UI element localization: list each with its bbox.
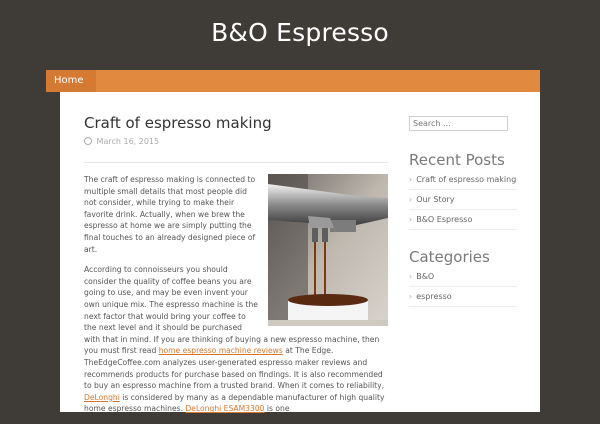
site-title[interactable]: B&O Espresso — [0, 18, 600, 47]
recent-post-item[interactable]: › Our Story — [409, 190, 517, 210]
categories-title: Categories — [409, 248, 490, 266]
chevron-right-icon: › — [409, 292, 413, 301]
main-navigation: Home — [46, 70, 540, 92]
post-date: March 16, 2015 — [84, 137, 159, 146]
category-item[interactable]: › espresso — [409, 287, 517, 307]
chevron-right-icon: › — [409, 175, 413, 184]
link-delonghi[interactable]: DeLonghi — [84, 393, 120, 402]
clock-icon — [84, 137, 92, 145]
chevron-right-icon: › — [409, 195, 413, 204]
category-item[interactable]: › B&O — [409, 267, 517, 287]
link-delonghi-esam3300[interactable]: DeLonghi ESAM3300 — [185, 404, 264, 413]
recent-posts-title: Recent Posts — [409, 151, 505, 169]
category-label: B&O — [416, 272, 435, 281]
chevron-right-icon: › — [409, 272, 413, 281]
espresso-machine-image — [268, 174, 388, 326]
nav-item-home[interactable]: Home — [46, 70, 96, 92]
search-input[interactable] — [409, 116, 508, 131]
recent-post-item[interactable]: › Craft of espresso making — [409, 170, 517, 190]
chevron-right-icon: › — [409, 215, 413, 224]
recent-posts-list: › Craft of espresso making › Our Story › B&… — [409, 170, 517, 230]
recent-post-label: B&O Espresso — [416, 215, 473, 224]
post-text: is one — [264, 404, 290, 414]
espresso-machine-photo — [268, 174, 388, 326]
category-label: espresso — [416, 292, 452, 301]
divider — [84, 162, 388, 163]
post-title[interactable]: Craft of espresso making — [84, 114, 272, 132]
categories-list: › B&O › espresso — [409, 267, 517, 307]
recent-post-label: Our Story — [416, 195, 455, 204]
link-espresso-reviews[interactable]: home espresso machine reviews — [159, 346, 283, 355]
post-body: The craft of espresso making is connecte… — [84, 174, 388, 424]
recent-post-item[interactable]: › B&O Espresso — [409, 210, 517, 230]
recent-post-label: Craft of espresso making — [416, 175, 517, 184]
content-area: Craft of espresso making March 16, 2015 — [60, 92, 540, 413]
post-date-text[interactable]: March 16, 2015 — [97, 137, 160, 146]
